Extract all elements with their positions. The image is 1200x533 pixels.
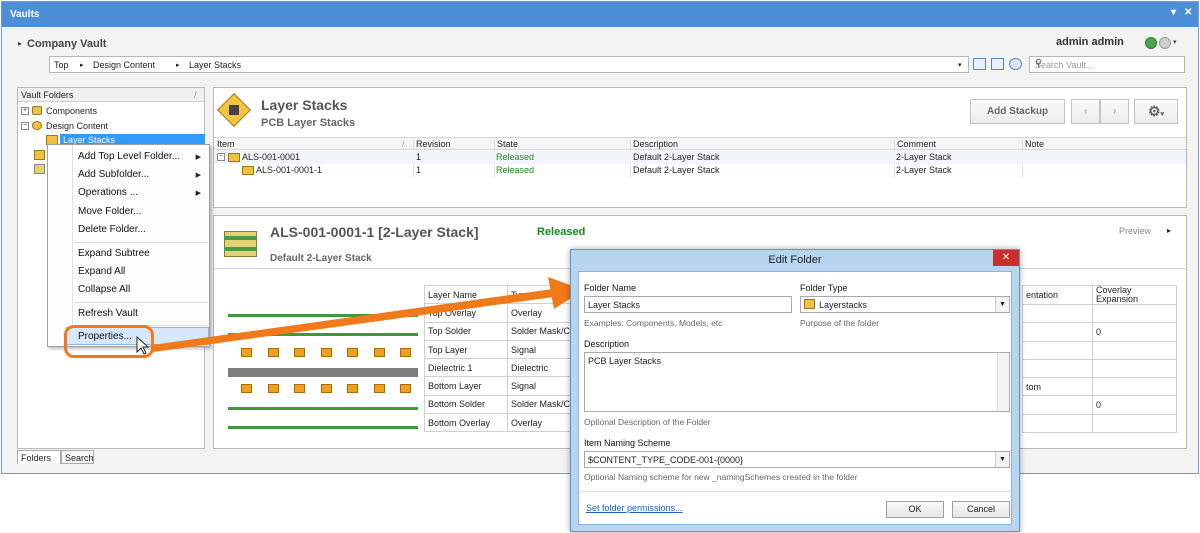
folder-name-hint: Examples: Components, Models, etc	[584, 318, 723, 328]
naming-scheme-value: $CONTENT_TYPE_CODE-001-{0000}	[588, 455, 744, 465]
description-label: Description	[584, 339, 630, 349]
folder-type-select[interactable]: Layerstacks ▼	[800, 296, 1010, 313]
chevron-down-icon[interactable]: ▼	[995, 297, 1009, 312]
cancel-button[interactable]: Cancel	[952, 501, 1010, 518]
edit-folder-dialog: Edit Folder ✕ Folder Name Layer Stacks E…	[570, 249, 1020, 532]
description-hint: Optional Description of the Folder	[584, 417, 711, 427]
dialog-title: Edit Folder	[768, 254, 822, 266]
dialog-separator	[579, 491, 1011, 492]
ok-button[interactable]: OK	[886, 501, 944, 518]
folder-type-value: Layerstacks	[819, 300, 868, 310]
naming-scheme-label: Item Naming Scheme	[584, 438, 671, 448]
folder-type-hint: Purpose of the folder	[800, 318, 879, 328]
description-value: PCB Layer Stacks	[588, 356, 662, 366]
naming-scheme-hint: Optional Naming scheme for new _namingSc…	[584, 472, 858, 482]
folder-type-label: Folder Type	[800, 283, 848, 293]
close-icon[interactable]: ✕	[993, 250, 1019, 266]
folder-name-label: Folder Name	[584, 283, 637, 293]
description-scrollbar[interactable]	[997, 353, 1009, 411]
naming-scheme-select[interactable]: $CONTENT_TYPE_CODE-001-{0000} ▼	[584, 451, 1010, 468]
chevron-down-icon[interactable]: ▼	[995, 452, 1009, 467]
folder-name-value: Layer Stacks	[588, 300, 641, 310]
mouse-cursor-icon	[136, 335, 150, 355]
dialog-body: Folder Name Layer Stacks Examples: Compo…	[578, 271, 1012, 525]
folder-name-field[interactable]: Layer Stacks	[584, 296, 792, 313]
callout-arrow-shaft	[152, 288, 561, 352]
folder-type-icon	[804, 299, 815, 309]
set-permissions-link[interactable]: Set folder permissions...	[586, 503, 683, 513]
description-textarea[interactable]: PCB Layer Stacks	[584, 352, 1010, 412]
